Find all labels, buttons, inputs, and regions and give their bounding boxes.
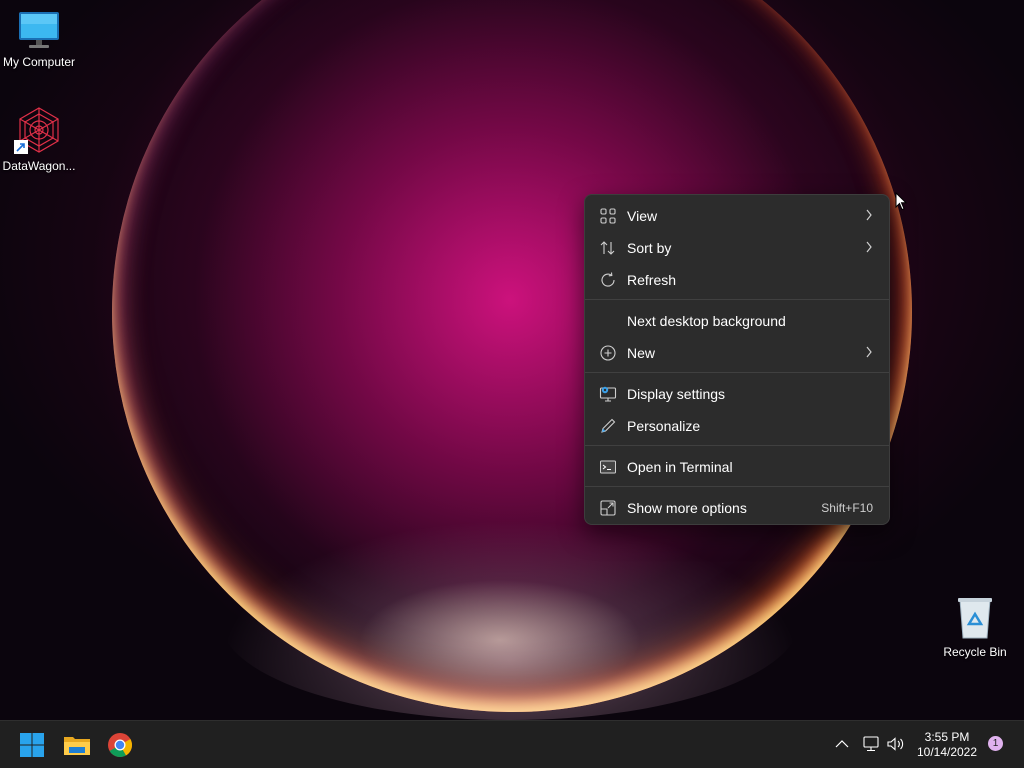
menu-separator xyxy=(585,372,889,373)
menu-item-refresh[interactable]: Refresh xyxy=(585,263,889,295)
desktop-icon-recycle-bin[interactable]: Recycle Bin xyxy=(936,596,1014,659)
mouse-cursor-icon xyxy=(895,192,908,211)
menu-item-new[interactable]: New xyxy=(585,336,889,368)
menu-separator xyxy=(585,299,889,300)
menu-item-sort-by[interactable]: Sort by xyxy=(585,231,889,263)
clock-time: 3:55 PM xyxy=(924,730,970,744)
menu-item-label: Open in Terminal xyxy=(627,459,733,475)
clock-date: 10/14/2022 xyxy=(916,745,978,759)
chevron-right-icon xyxy=(866,241,872,253)
terminal-icon xyxy=(600,460,616,474)
menu-item-label: Personalize xyxy=(627,418,701,434)
menu-item-view[interactable]: View xyxy=(585,199,889,231)
chrome-icon[interactable] xyxy=(104,729,136,761)
wallpaper-glow xyxy=(220,520,800,720)
menu-item-label: View xyxy=(627,208,658,224)
menu-item-open-in-terminal[interactable]: Open in Terminal xyxy=(585,450,889,482)
menu-separator xyxy=(585,486,889,487)
menu-item-label: Show more options xyxy=(627,500,747,516)
datawagon-logo-icon xyxy=(14,107,59,154)
menu-item-next-desktop-background[interactable]: Next desktop background xyxy=(585,304,889,336)
expand-icon xyxy=(600,500,616,516)
sort-icon xyxy=(600,241,615,255)
start-icon[interactable] xyxy=(16,729,48,761)
system-clock[interactable]: 3:55 PM 10/14/2022 xyxy=(912,730,982,760)
monitor-icon xyxy=(19,12,59,48)
menu-item-display-settings[interactable]: Display settings xyxy=(585,377,889,409)
view-grid-icon xyxy=(600,208,616,224)
menu-item-show-more-options[interactable]: Show more options Shift+F10 xyxy=(585,491,889,523)
chevron-right-icon xyxy=(866,346,872,358)
shortcut-label: Shift+F10 xyxy=(821,501,873,515)
pen-icon xyxy=(601,418,616,433)
desktop-icon-datawagon[interactable]: DataWagon... xyxy=(0,106,78,173)
display-settings-icon xyxy=(599,386,617,402)
menu-item-label: New xyxy=(627,345,656,361)
desktop-icon-label: Recycle Bin xyxy=(943,645,1007,659)
chevron-up-icon[interactable] xyxy=(834,735,850,753)
taskbar: 3:55 PM 10/14/2022 xyxy=(0,720,1024,768)
desktop-icon-my-computer[interactable]: My Computer xyxy=(0,10,78,69)
menu-item-personalize[interactable]: Personalize xyxy=(585,409,889,441)
volume-icon[interactable] xyxy=(886,735,906,753)
menu-separator xyxy=(585,445,889,446)
menu-item-label: Next desktop background xyxy=(627,313,786,329)
notification-badge[interactable]: 1 xyxy=(988,736,1003,751)
desktop-icon-label: DataWagon... xyxy=(2,159,76,173)
file-explorer-icon[interactable] xyxy=(61,729,93,761)
recycle-bin-icon xyxy=(958,598,992,639)
chevron-right-icon xyxy=(866,209,872,221)
network-icon[interactable] xyxy=(862,735,880,753)
refresh-icon xyxy=(601,272,615,287)
desktop-context-menu: View Sort by Refresh Next desktop backgr… xyxy=(584,194,890,525)
menu-item-label: Display settings xyxy=(627,386,726,402)
menu-item-label: Sort by xyxy=(627,240,672,256)
new-plus-icon xyxy=(600,345,616,361)
desktop-icon-label: My Computer xyxy=(2,55,76,69)
menu-item-label: Refresh xyxy=(627,272,677,288)
